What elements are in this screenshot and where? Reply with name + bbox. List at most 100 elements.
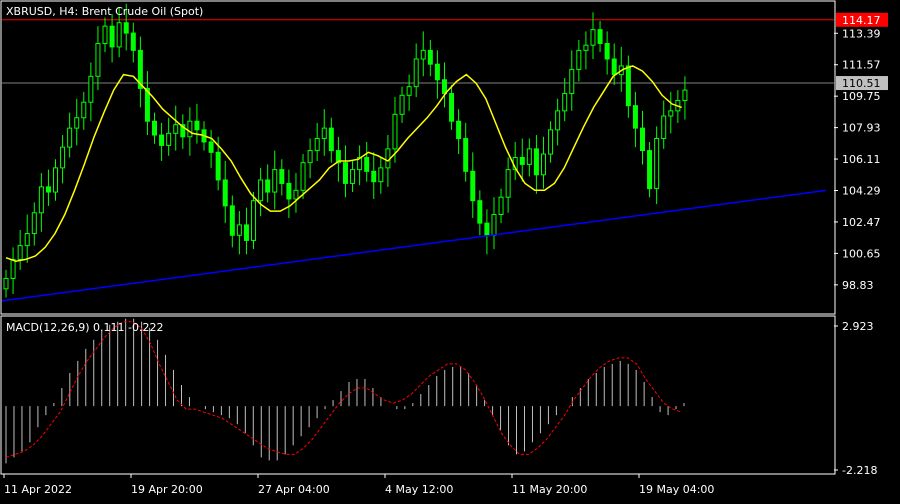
candle-body [434, 63, 440, 81]
y-tick-label: 106.11 [842, 153, 881, 166]
candle-body [215, 151, 221, 181]
candle-body [236, 224, 242, 236]
candle-body [307, 150, 313, 164]
candle-body [342, 162, 348, 184]
candle-body [88, 75, 94, 103]
candle-body [258, 179, 264, 202]
candle-body [533, 148, 539, 176]
macd-tick-label: 2.923 [842, 320, 874, 333]
candle-body [632, 105, 638, 129]
chart-canvas[interactable]: XBRUSD, H4: Brent Crude Oil (Spot) MACD(… [0, 0, 900, 500]
price-tag-label: 114.17 [842, 14, 881, 27]
candle-body [350, 169, 356, 184]
candle-body [31, 212, 37, 235]
y-tick-label: 98.83 [842, 279, 874, 292]
candle-body [562, 93, 568, 112]
candle-body [24, 233, 30, 247]
symbol-label: XBRUSD, H4: Brent Crude Oil (Spot) [6, 5, 203, 18]
candle-body [406, 86, 412, 96]
candle-body [604, 42, 610, 60]
candle-body [314, 137, 320, 152]
macd-tick-label: -2.218 [842, 464, 877, 477]
candle-body [491, 214, 497, 236]
candle-body [279, 169, 285, 184]
candle-body [498, 196, 504, 216]
y-tick-label: 100.65 [842, 247, 881, 260]
trading-chart[interactable]: XBRUSD, H4: Brent Crude Oil (Spot) MACD(… [0, 0, 900, 500]
y-tick-label: 113.39 [842, 27, 881, 40]
candle-body [3, 277, 9, 290]
candle-body [682, 89, 688, 101]
candle-body [243, 224, 249, 241]
y-tick-label: 104.29 [842, 185, 881, 198]
y-tick-label: 111.57 [842, 59, 881, 72]
candle-body [293, 189, 299, 200]
candle-body [505, 169, 511, 198]
candle-body [413, 58, 419, 88]
candle-body [102, 25, 108, 44]
candle-body [116, 22, 122, 48]
candle-body [668, 110, 674, 117]
candle-body [17, 245, 23, 260]
candle-body [229, 205, 235, 236]
candle-body [611, 58, 617, 76]
candle-body [385, 148, 391, 169]
candle-body [208, 141, 214, 153]
candle-body [53, 167, 59, 193]
candle-body [109, 25, 115, 48]
candle-body [152, 120, 158, 136]
candle-body [427, 49, 433, 65]
candle-body [187, 120, 193, 138]
candle-body [286, 182, 292, 200]
candle-body [173, 124, 179, 134]
price-tag-label: 110.51 [842, 77, 881, 90]
candle-body [265, 179, 271, 193]
candle-body [166, 132, 172, 146]
candle-body [10, 258, 16, 279]
candle-body [130, 32, 136, 51]
x-tick-label: 19 Apr 20:00 [131, 483, 203, 496]
y-tick-label: 107.93 [842, 122, 881, 135]
candle-body [321, 127, 327, 139]
candle-body [540, 153, 546, 176]
candle-body [463, 137, 469, 172]
candle-body [371, 170, 377, 183]
candle-body [661, 115, 667, 139]
candle-body [526, 148, 532, 165]
candle-body [251, 200, 257, 241]
candle-body [45, 186, 51, 193]
candle-body [548, 129, 554, 155]
x-tick-label: 27 Apr 04:00 [258, 483, 330, 496]
candle-body [194, 120, 200, 131]
price-layer [1, 3, 834, 302]
candle-body [597, 29, 603, 44]
trend-line [1, 189, 827, 302]
candle-body [81, 101, 87, 119]
candle-body [364, 157, 370, 172]
y-tick-label: 109.75 [842, 90, 881, 103]
candle-body [449, 93, 455, 122]
candle-body [392, 113, 398, 150]
candle-body [625, 65, 631, 107]
candle-body [441, 79, 447, 95]
macd-label: MACD(12,26,9) 0.111 -0.222 [6, 321, 164, 334]
candle-body [74, 117, 80, 129]
x-tick-label: 4 May 12:00 [385, 483, 453, 496]
candle-body [328, 127, 334, 152]
candle-body [38, 186, 44, 214]
candle-body [123, 22, 129, 34]
candle-body [470, 170, 476, 202]
candle-body [95, 42, 101, 77]
y-tick-label: 102.47 [842, 216, 881, 229]
candle-body [639, 127, 645, 152]
candle-body [590, 29, 596, 46]
candle-body [60, 146, 66, 169]
candle-body [272, 169, 278, 193]
x-tick-label: 11 May 20:00 [512, 483, 587, 496]
macd-layer [5, 318, 685, 464]
candle-body [583, 44, 589, 51]
candle-body [399, 94, 405, 115]
candle-body [576, 49, 582, 70]
candle-body [555, 110, 561, 131]
candle-body [67, 127, 73, 148]
